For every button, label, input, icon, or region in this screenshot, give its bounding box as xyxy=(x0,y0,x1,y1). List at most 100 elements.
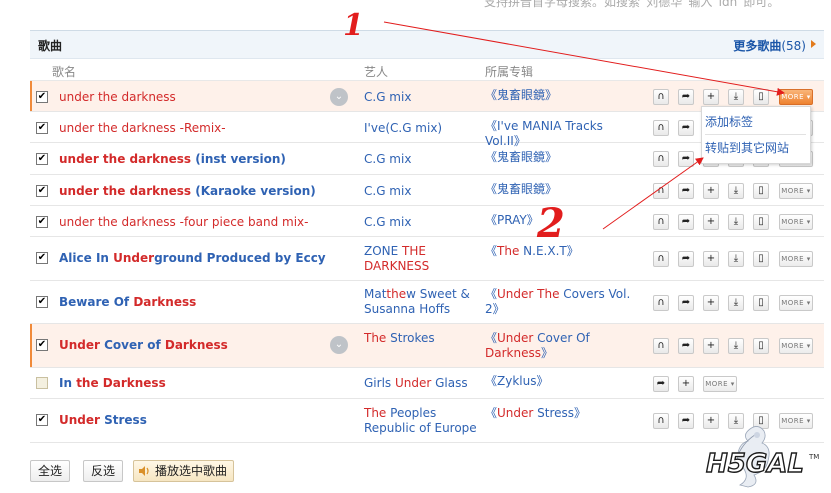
headphones-icon[interactable]: ∩ xyxy=(653,338,669,354)
text-segment: 《 xyxy=(485,406,498,420)
more-button[interactable]: MORE ▾ xyxy=(779,89,813,105)
more-button[interactable]: MORE ▾ xyxy=(703,376,737,392)
row-checkbox[interactable]: ✔ xyxy=(36,122,48,134)
more-button[interactable]: MORE ▾ xyxy=(779,251,813,267)
headphones-icon[interactable]: ∩ xyxy=(653,214,669,230)
text-segment: Under xyxy=(59,338,105,352)
download-icon[interactable]: ⤓ xyxy=(728,338,744,354)
headphones-icon[interactable]: ∩ xyxy=(653,251,669,267)
row-checkbox[interactable]: ✔ xyxy=(36,91,48,103)
download-icon[interactable]: ⤓ xyxy=(728,183,744,199)
add-icon[interactable]: + xyxy=(703,295,719,311)
artist-link[interactable]: ZONE THE DARKNESS xyxy=(364,244,482,274)
headphones-icon[interactable]: ∩ xyxy=(653,295,669,311)
download-icon[interactable]: ⤓ xyxy=(728,295,744,311)
share-arrow-icon[interactable]: ➦ xyxy=(678,295,694,311)
add-icon[interactable]: + xyxy=(703,214,719,230)
add-icon[interactable]: + xyxy=(703,183,719,199)
row-checkbox[interactable]: ✔ xyxy=(36,296,48,308)
song-title-link[interactable]: Under Stress xyxy=(59,413,147,427)
download-icon[interactable]: ⤓ xyxy=(728,89,744,105)
album-link[interactable]: 《Zyklus》 xyxy=(485,374,635,389)
row-checkbox[interactable]: ✔ xyxy=(36,185,48,197)
more-button-label: MORE xyxy=(781,342,805,350)
text-segment: the Darkness xyxy=(76,376,166,390)
add-icon[interactable]: + xyxy=(703,251,719,267)
share-arrow-icon[interactable]: ➦ xyxy=(678,338,694,354)
share-arrow-icon[interactable]: ➦ xyxy=(678,413,694,429)
headphones-icon[interactable]: ∩ xyxy=(653,413,669,429)
row-checkbox[interactable] xyxy=(36,377,48,389)
headphones-icon[interactable]: ∩ xyxy=(653,183,669,199)
album-link[interactable]: 《鬼畜眼鏡》 xyxy=(485,150,635,165)
share-arrow-icon[interactable]: ➦ xyxy=(653,376,669,392)
headphones-icon[interactable]: ∩ xyxy=(653,120,669,136)
headphones-icon[interactable]: ∩ xyxy=(653,89,669,105)
song-title-link[interactable]: In the Darkness xyxy=(59,376,166,390)
menu-item-share-to-other-site[interactable]: 转贴到其它网站 xyxy=(705,139,789,156)
mobile-phone-icon[interactable]: ▯ xyxy=(753,338,769,354)
song-title-link[interactable]: under the darkness xyxy=(59,90,176,104)
row-checkbox[interactable]: ✔ xyxy=(36,216,48,228)
song-title-link[interactable]: under the darkness (Karaoke version) xyxy=(59,184,316,198)
download-icon[interactable]: ⤓ xyxy=(728,251,744,267)
more-button[interactable]: MORE ▾ xyxy=(779,183,813,199)
share-arrow-icon[interactable]: ➦ xyxy=(678,120,694,136)
more-button[interactable]: MORE ▾ xyxy=(779,338,813,354)
play-selected-button[interactable]: 播放选中歌曲 xyxy=(133,460,234,482)
share-arrow-icon[interactable]: ➦ xyxy=(678,251,694,267)
chevron-down-icon[interactable]: ⌄ xyxy=(330,336,348,354)
artist-link[interactable]: C.G mix xyxy=(364,215,482,230)
artist-link[interactable]: The Peoples Republic of Europe xyxy=(364,406,482,436)
more-songs-link[interactable]: 更多歌曲(58) xyxy=(733,37,816,54)
add-icon[interactable]: + xyxy=(678,376,694,392)
share-arrow-icon[interactable]: ➦ xyxy=(678,183,694,199)
song-title-link[interactable]: Beware Of Darkness xyxy=(59,295,196,309)
song-title-link[interactable]: Under Cover of Darkness xyxy=(59,338,228,352)
album-link[interactable]: 《鬼畜眼鏡》 xyxy=(485,88,635,103)
more-button[interactable]: MORE ▾ xyxy=(779,295,813,311)
menu-item-add-tag[interactable]: 添加标签 xyxy=(705,113,753,130)
row-checkbox[interactable]: ✔ xyxy=(36,153,48,165)
headphones-icon[interactable]: ∩ xyxy=(653,151,669,167)
text-segment: Stress xyxy=(104,413,147,427)
artist-link[interactable]: The Strokes xyxy=(364,331,482,346)
more-button[interactable]: MORE ▾ xyxy=(779,214,813,230)
album-link[interactable]: 《Under Cover Of Darkness》 xyxy=(485,331,635,361)
row-checkbox[interactable]: ✔ xyxy=(36,339,48,351)
share-arrow-icon[interactable]: ➦ xyxy=(678,89,694,105)
mobile-phone-icon[interactable]: ▯ xyxy=(753,89,769,105)
text-segment: Glass xyxy=(431,376,468,390)
mobile-phone-icon[interactable]: ▯ xyxy=(753,251,769,267)
artist-link[interactable]: C.G mix xyxy=(364,152,482,167)
album-link[interactable]: 《鬼畜眼鏡》 xyxy=(485,182,635,197)
row-checkbox[interactable]: ✔ xyxy=(36,414,48,426)
row-checkbox[interactable]: ✔ xyxy=(36,252,48,264)
song-title-link[interactable]: under the darkness -four piece band mix- xyxy=(59,215,308,229)
artist-link[interactable]: C.G mix xyxy=(364,184,482,199)
invert-selection-button[interactable]: 反选 xyxy=(83,460,123,482)
song-title-link[interactable]: under the darkness -Remix- xyxy=(59,121,226,135)
add-icon[interactable]: + xyxy=(703,338,719,354)
annotation-number-two: 2 xyxy=(537,200,565,247)
song-row: ✔ Under Cover of Darkness ⌄ The Strokes 《Und… xyxy=(30,324,824,368)
artist-link[interactable]: Girls Under Glass xyxy=(364,376,482,391)
text-segment: ZONE xyxy=(364,244,403,258)
share-arrow-icon[interactable]: ➦ xyxy=(678,214,694,230)
select-all-button[interactable]: 全选 xyxy=(30,460,70,482)
mobile-phone-icon[interactable]: ▯ xyxy=(753,295,769,311)
mobile-phone-icon[interactable]: ▯ xyxy=(753,214,769,230)
song-title-link[interactable]: Alice In Underground Produced by Eccy xyxy=(59,251,326,265)
add-icon[interactable]: + xyxy=(703,89,719,105)
artist-link[interactable]: I've(C.G mix) xyxy=(364,121,482,136)
download-icon[interactable]: ⤓ xyxy=(728,214,744,230)
mobile-phone-icon[interactable]: ▯ xyxy=(753,183,769,199)
artist-link[interactable]: C.G mix xyxy=(364,90,482,105)
chevron-down-icon[interactable]: ⌄ xyxy=(330,88,348,106)
song-title-link[interactable]: under the darkness (inst version) xyxy=(59,152,286,166)
artist-link[interactable]: Matthew Sweet & Susanna Hoffs xyxy=(364,287,482,317)
share-arrow-icon[interactable]: ➦ xyxy=(678,151,694,167)
album-link[interactable]: 《Under The Covers Vol. 2》 xyxy=(485,287,635,317)
album-link[interactable]: 《Under Stress》 xyxy=(485,406,635,421)
text-segment: The xyxy=(497,244,520,258)
